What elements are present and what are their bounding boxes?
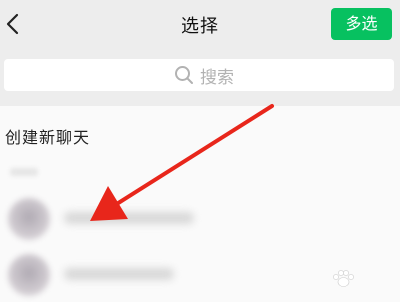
multi-select-button[interactable]: 多选 [331,8,392,40]
search-placeholder-group: 搜索 [174,64,234,88]
list-item[interactable] [0,190,400,246]
avatar [8,254,50,296]
search-icon [175,66,193,84]
avatar [8,198,50,240]
search-input[interactable]: 搜索 [4,59,394,91]
search-placeholder: 搜索 [200,67,234,88]
contact-name [64,212,194,224]
contact-name [64,268,174,280]
create-new-chat-item[interactable]: 创建新聊天 [5,124,90,148]
baidu-jingyan-watermark [333,270,354,287]
section-index-label [10,168,38,176]
top-bar: 选择 多选 [0,0,400,50]
